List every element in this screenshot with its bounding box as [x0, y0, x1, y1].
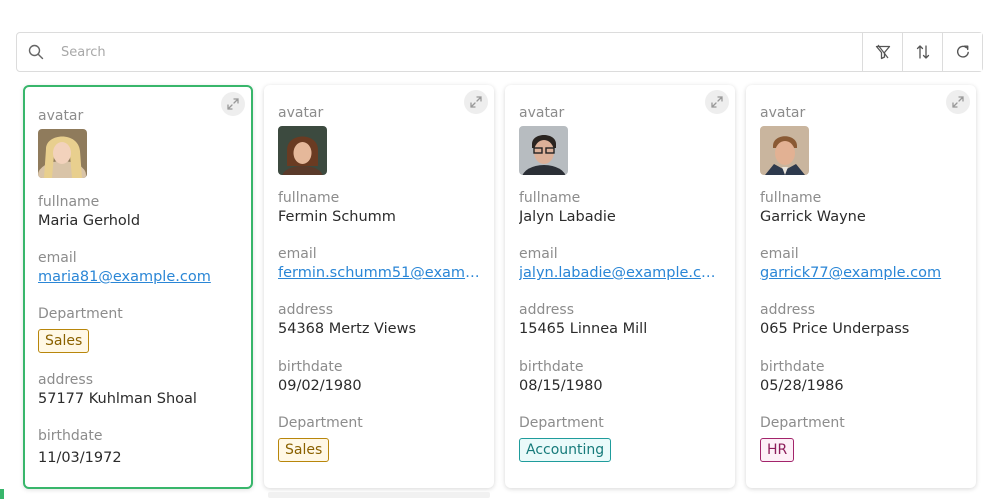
fullname-value: Garrick Wayne [760, 209, 866, 225]
avatar [760, 126, 809, 175]
email-label: email [519, 246, 558, 262]
fullname-label: fullname [519, 190, 581, 206]
avatar-label: avatar [519, 105, 565, 121]
department-label: Department [278, 415, 363, 431]
sort-icon [915, 44, 931, 60]
avatar-label: avatar [38, 108, 84, 124]
address-value: 54368 Mertz Views [278, 321, 416, 337]
selection-indicator [0, 489, 4, 499]
birthdate-label: birthdate [38, 428, 103, 444]
refresh-icon [955, 44, 971, 60]
birthdate-label: birthdate [519, 359, 584, 375]
avatar-label: avatar [760, 105, 806, 121]
department-badge: Accounting [519, 438, 612, 462]
address-label: address [760, 302, 816, 318]
filter-button[interactable] [862, 33, 902, 71]
email-link[interactable]: maria81@example.com [38, 267, 238, 287]
avatar [278, 126, 327, 175]
sort-button[interactable] [902, 33, 942, 71]
avatar [519, 126, 568, 175]
search-input[interactable] [55, 33, 862, 71]
department-badge: HR [760, 438, 795, 462]
birthdate-label: birthdate [278, 359, 343, 375]
email-label: email [760, 246, 799, 262]
department-label: Department [519, 415, 604, 431]
employee-card[interactable]: avatar fullname Garrick Wayne email garr… [746, 85, 976, 488]
address-value: 57177 Kuhlman Shoal [38, 391, 197, 407]
toolbar [16, 32, 983, 72]
avatar [38, 129, 87, 178]
email-label: email [278, 246, 317, 262]
department-label: Department [760, 415, 845, 431]
birthdate-value: 11/03/1972 [38, 450, 122, 466]
address-value: 065 Price Underpass [760, 321, 910, 337]
email-label: email [38, 250, 77, 266]
fullname-value: Maria Gerhold [38, 213, 141, 229]
address-value: 15465 Linnea Mill [519, 321, 648, 337]
employee-card[interactable]: avatar fullname Maria Gerhold email mari… [23, 85, 253, 489]
email-link[interactable]: fermin.schumm51@example.com [278, 263, 480, 283]
next-row-card-edge [268, 492, 490, 498]
fullname-value: Jalyn Labadie [519, 209, 616, 225]
employee-card[interactable]: avatar fullname Jalyn Labadie email jaly… [505, 85, 735, 488]
filter-icon [875, 44, 891, 60]
fullname-label: fullname [38, 194, 100, 210]
fullname-label: fullname [760, 190, 822, 206]
address-label: address [38, 372, 94, 388]
fullname-label: fullname [278, 190, 340, 206]
address-label: address [519, 302, 575, 318]
email-link[interactable]: garrick77@example.com [760, 263, 962, 283]
birthdate-value: 05/28/1986 [760, 378, 844, 394]
avatar-label: avatar [278, 105, 324, 121]
department-label: Department [38, 306, 123, 322]
birthdate-label: birthdate [760, 359, 825, 375]
employee-card[interactable]: avatar fullname Fermin Schumm email ferm… [264, 85, 494, 488]
refresh-button[interactable] [942, 33, 982, 71]
search-icon [17, 33, 55, 71]
department-badge: Sales [38, 329, 90, 353]
email-link[interactable]: jalyn.labadie@example.com [519, 263, 721, 283]
birthdate-value: 08/15/1980 [519, 378, 603, 394]
address-label: address [278, 302, 334, 318]
fullname-value: Fermin Schumm [278, 209, 396, 225]
department-badge: Sales [278, 438, 330, 462]
birthdate-value: 09/02/1980 [278, 378, 362, 394]
